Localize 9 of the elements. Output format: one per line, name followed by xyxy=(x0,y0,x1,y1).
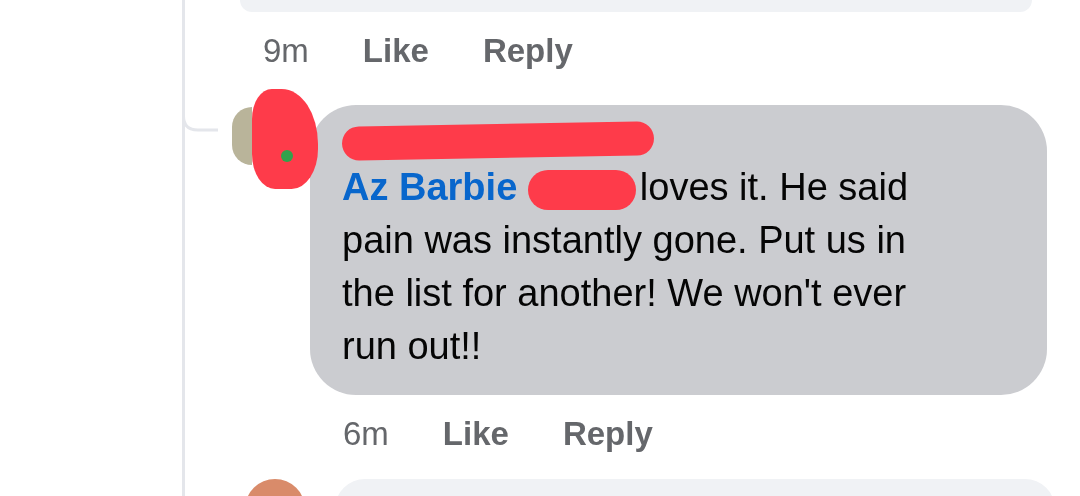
like-button[interactable]: Like xyxy=(442,415,509,453)
mention-link[interactable]: Az Barbie xyxy=(342,166,518,208)
comment-time: 9m xyxy=(263,32,309,70)
like-button[interactable]: Like xyxy=(362,32,429,70)
reply-button[interactable]: Reply xyxy=(562,415,653,453)
comment-text: Az Barbie loves it. He said pain was instantly gone. Put us in the list for another! We won't ever run out!! xyxy=(342,165,910,369)
reply-button[interactable]: Reply xyxy=(482,32,573,70)
avatar[interactable] xyxy=(232,107,252,165)
comment-time: 6m xyxy=(343,415,389,453)
